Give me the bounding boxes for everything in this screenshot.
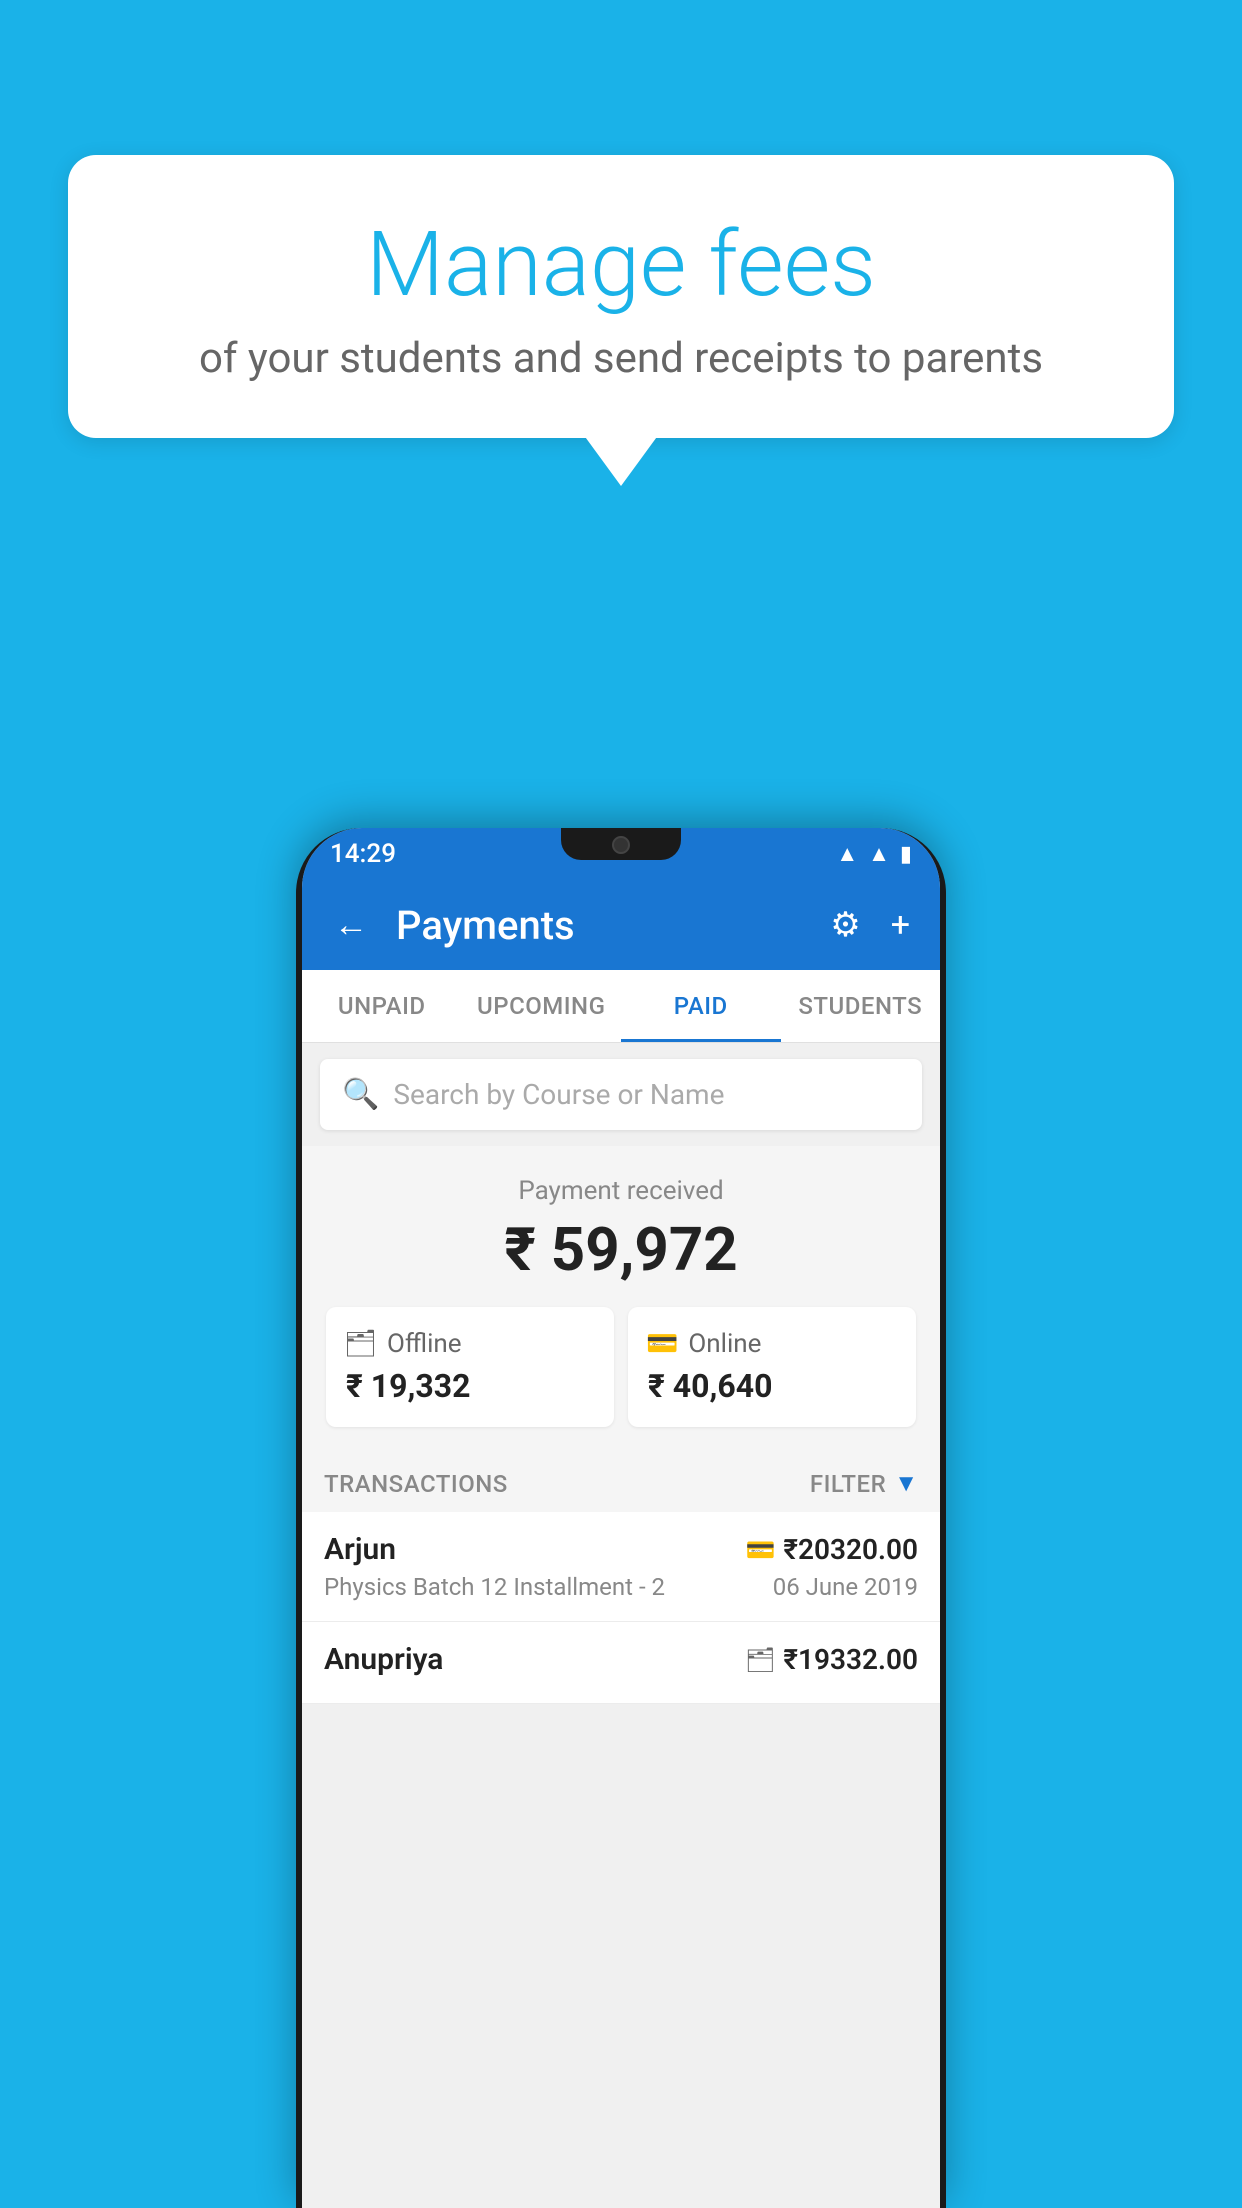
- tab-paid[interactable]: PAID: [621, 970, 781, 1042]
- offline-payment-card: 🗂 Offline ₹ 19,332: [326, 1307, 614, 1427]
- app-bar: ← Payments ⚙ +: [302, 880, 940, 970]
- transaction-name-2: Anupriya: [324, 1642, 443, 1677]
- transaction-name-1: Arjun: [324, 1532, 396, 1567]
- transaction-row-2: Anupriya 🗂 ₹19332.00: [324, 1642, 918, 1677]
- battery-icon: ▮: [900, 842, 912, 867]
- signal-icon: ▲: [868, 841, 890, 867]
- filter-button[interactable]: FILTER ▼: [810, 1469, 918, 1498]
- transactions-label: TRANSACTIONS: [324, 1470, 508, 1498]
- transaction-list: Arjun 💳 ₹20320.00 Physics Batch 12 Insta…: [302, 1512, 940, 1704]
- online-header: 💳 Online: [646, 1329, 761, 1359]
- offline-label: Offline: [387, 1329, 462, 1359]
- transaction-item-arjun[interactable]: Arjun 💳 ₹20320.00 Physics Batch 12 Insta…: [302, 1512, 940, 1622]
- payment-summary: Payment received ₹ 59,972 🗂 Offline ₹ 19…: [302, 1146, 940, 1449]
- transaction-date-1: 06 June 2019: [773, 1573, 918, 1601]
- tabs-bar: UNPAID UPCOMING PAID STUDENTS: [302, 970, 940, 1043]
- transaction-row-1: Arjun 💳 ₹20320.00: [324, 1532, 918, 1567]
- payment-total-amount: ₹ 59,972: [322, 1214, 920, 1285]
- phone-screen: 14:29 ▲ ▲ ▮ ← Payments ⚙ + UNPAID UPCOMI…: [302, 828, 940, 2208]
- wifi-icon: ▲: [836, 841, 858, 867]
- settings-button[interactable]: ⚙: [824, 899, 866, 951]
- filter-icon: ▼: [894, 1469, 918, 1498]
- phone-frame: 14:29 ▲ ▲ ▮ ← Payments ⚙ + UNPAID UPCOMI…: [296, 828, 946, 2208]
- back-button[interactable]: ←: [326, 897, 376, 953]
- search-icon: 🔍: [342, 1077, 379, 1112]
- transaction-detail-1: Physics Batch 12 Installment - 2 06 June…: [324, 1573, 918, 1601]
- tab-unpaid[interactable]: UNPAID: [302, 970, 462, 1042]
- online-amount: ₹ 40,640: [646, 1367, 772, 1405]
- transaction-type-icon-1: 💳: [746, 1536, 776, 1564]
- online-icon: 💳: [646, 1329, 678, 1359]
- transaction-amount-wrap-1: 💳 ₹20320.00: [746, 1533, 919, 1566]
- bubble-subtitle: of your students and send receipts to pa…: [118, 334, 1124, 383]
- bubble-title: Manage fees: [118, 215, 1124, 314]
- search-placeholder: Search by Course or Name: [393, 1078, 724, 1111]
- tab-students[interactable]: STUDENTS: [781, 970, 941, 1042]
- transaction-amount-1: ₹20320.00: [783, 1533, 918, 1566]
- transaction-course-1: Physics Batch 12 Installment - 2: [324, 1573, 665, 1601]
- transactions-header: TRANSACTIONS FILTER ▼: [302, 1449, 940, 1512]
- offline-icon: 🗂: [344, 1329, 377, 1359]
- online-payment-card: 💳 Online ₹ 40,640: [628, 1307, 916, 1427]
- phone-camera: [612, 836, 630, 854]
- search-bar[interactable]: 🔍 Search by Course or Name: [320, 1059, 922, 1130]
- offline-amount: ₹ 19,332: [344, 1367, 470, 1405]
- payment-breakdown: 🗂 Offline ₹ 19,332 💳 Online ₹ 40,640: [326, 1307, 916, 1427]
- filter-label: FILTER: [810, 1470, 886, 1498]
- transaction-amount-wrap-2: 🗂 ₹19332.00: [745, 1643, 918, 1676]
- payment-received-label: Payment received: [322, 1176, 920, 1206]
- transaction-amount-2: ₹19332.00: [783, 1643, 918, 1676]
- phone-notch: [561, 828, 681, 860]
- transaction-type-icon-2: 🗂: [745, 1646, 775, 1674]
- app-title: Payments: [396, 902, 804, 949]
- status-icons: ▲ ▲ ▮: [836, 841, 912, 867]
- info-bubble-card: Manage fees of your students and send re…: [68, 155, 1174, 438]
- transaction-item-anupriya[interactable]: Anupriya 🗂 ₹19332.00: [302, 1622, 940, 1704]
- app-bar-actions: ⚙ +: [824, 899, 916, 951]
- add-button[interactable]: +: [885, 899, 916, 951]
- status-time: 14:29: [330, 839, 396, 869]
- offline-header: 🗂 Offline: [344, 1329, 462, 1359]
- tab-upcoming[interactable]: UPCOMING: [462, 970, 622, 1042]
- online-label: Online: [688, 1329, 761, 1359]
